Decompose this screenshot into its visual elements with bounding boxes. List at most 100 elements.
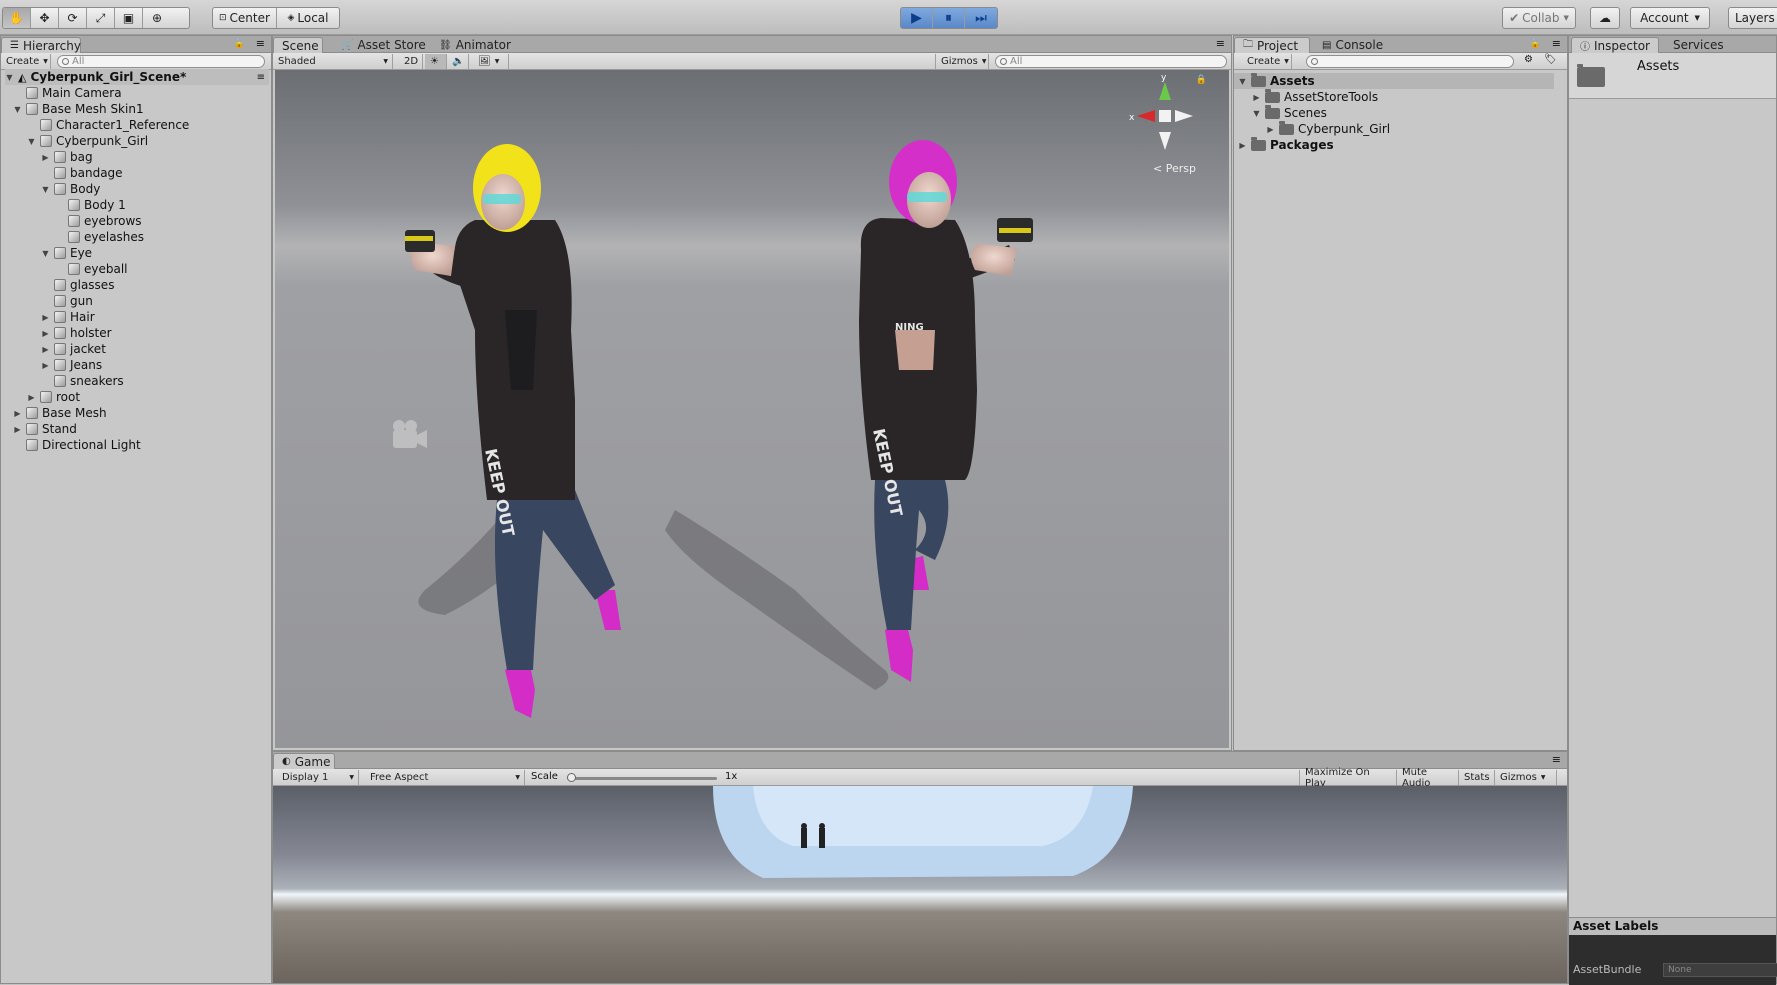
menu-icon[interactable]: ≡ — [1552, 753, 1561, 766]
tab-game[interactable]: ◐ Game — [273, 753, 335, 769]
character-pink-hair[interactable]: NING KEEP OUT — [859, 140, 1033, 682]
tab-project[interactable]: 🗀 Project — [1234, 37, 1310, 53]
lighting-toggle[interactable]: ☀ — [425, 54, 447, 69]
effects-dropdown[interactable]: 🖼 ▼ — [473, 54, 509, 69]
chevron-right-icon[interactable]: ▶ — [41, 153, 50, 162]
pivot-local-button[interactable]: ◈ Local — [277, 8, 339, 28]
account-dropdown[interactable]: Account ▼ — [1630, 7, 1710, 29]
step-button[interactable]: ⏭ — [965, 8, 997, 28]
chevron-down-icon[interactable]: ▼ — [5, 73, 14, 82]
chevron-down-icon[interactable]: ▼ — [27, 137, 36, 146]
project-folder-item[interactable]: ▶ AssetStoreTools — [1252, 88, 1378, 105]
hierarchy-item[interactable]: ▼ Base Mesh Skin1 — [13, 101, 143, 117]
chevron-right-icon[interactable]: ▶ — [41, 329, 50, 338]
tab-animator[interactable]: ⛓ Animator — [431, 37, 519, 53]
hierarchy-item[interactable]: bandage — [41, 165, 123, 181]
tab-console[interactable]: ▤ Console — [1314, 37, 1391, 53]
character-yellow-hair[interactable]: KEEP OUT — [405, 144, 621, 718]
scene-root-row[interactable]: ▼ ◭ Cyberpunk_Girl_Scene* ≡ — [5, 69, 269, 85]
chevron-right-icon[interactable]: ▶ — [41, 361, 50, 370]
scale-tool-button[interactable]: ⤢ — [87, 8, 115, 28]
chevron-right-icon[interactable]: ▶ — [1238, 141, 1247, 150]
hierarchy-item[interactable]: Main Camera — [13, 85, 122, 101]
lock-icon[interactable]: 🔒 — [234, 39, 245, 49]
hierarchy-item[interactable]: ▶ jacket — [41, 341, 105, 357]
chevron-down-icon[interactable]: ▼ — [1238, 77, 1247, 86]
layers-dropdown[interactable]: Layers — [1728, 7, 1777, 29]
orientation-gizmo[interactable]: y x — [1129, 73, 1193, 150]
project-create-dropdown[interactable]: Create ▼ — [1242, 54, 1292, 69]
menu-icon[interactable]: ≡ — [256, 37, 265, 50]
project-folder-item[interactable]: ▼ Assets — [1234, 72, 1554, 89]
hierarchy-item[interactable]: ▶ Base Mesh — [13, 405, 106, 421]
transform-tool-button[interactable]: ⊕ — [143, 8, 171, 28]
pivot-center-button[interactable]: ⊡ Center — [213, 8, 277, 28]
scale-slider-track[interactable] — [567, 773, 717, 782]
tab-hierarchy[interactable]: ☰ Hierarchy — [1, 37, 81, 53]
hierarchy-item[interactable]: ▶ holster — [41, 325, 111, 341]
tab-services[interactable]: Services — [1665, 37, 1732, 53]
hierarchy-item[interactable]: eyeball — [55, 261, 128, 277]
rect-tool-button[interactable]: ▣ — [115, 8, 143, 28]
aspect-dropdown[interactable]: Free Aspect ▼ — [365, 770, 525, 785]
hierarchy-item[interactable]: ▶ Jeans — [41, 357, 102, 373]
hierarchy-item[interactable]: ▶ Hair — [41, 309, 94, 325]
hierarchy-item[interactable]: sneakers — [41, 373, 124, 389]
scene-search-input[interactable]: All — [995, 55, 1227, 68]
rotate-tool-button[interactable]: ⟳ — [59, 8, 87, 28]
display-dropdown[interactable]: Display 1 ▼ — [277, 770, 359, 785]
maximize-on-play-toggle[interactable]: Maximize On Play — [1299, 767, 1397, 789]
game-gizmos-dropdown[interactable]: Gizmos ▼ — [1495, 770, 1557, 785]
stats-toggle[interactable]: Stats — [1459, 770, 1495, 785]
label-tag-icon[interactable]: 🏷 — [1544, 54, 1557, 65]
hierarchy-item[interactable]: Body 1 — [55, 197, 126, 213]
scene-viewport[interactable]: KEEP OUT NING KEEP OUT y x 🔒 < Persp — [275, 70, 1229, 748]
chevron-right-icon[interactable]: ▶ — [27, 393, 36, 402]
project-folder-item[interactable]: ▶ Packages — [1238, 136, 1334, 153]
scene-menu-icon[interactable]: ≡ — [257, 72, 265, 83]
camera-gizmo-icon[interactable] — [393, 420, 427, 448]
chevron-down-icon[interactable]: ▼ — [41, 249, 50, 258]
hierarchy-item[interactable]: ▶ Stand — [13, 421, 76, 437]
chevron-down-icon[interactable]: ▼ — [1252, 109, 1261, 118]
collab-dropdown[interactable]: ✔ Collab ▼ — [1502, 7, 1576, 29]
hierarchy-item[interactable]: glasses — [41, 277, 114, 293]
gizmos-dropdown[interactable]: Gizmos ▼ — [935, 54, 989, 69]
chevron-right-icon[interactable]: ▶ — [13, 425, 22, 434]
mute-audio-toggle[interactable]: Mute Audio — [1397, 767, 1459, 789]
cloud-button[interactable]: ☁ — [1590, 7, 1620, 29]
play-button[interactable]: ▶ — [901, 8, 933, 28]
hierarchy-item[interactable]: gun — [41, 293, 93, 309]
hierarchy-item[interactable]: ▶ root — [27, 389, 80, 405]
chevron-right-icon[interactable]: ▶ — [41, 313, 50, 322]
filter-type-icon[interactable]: ⚙ — [1524, 54, 1533, 65]
asset-labels-header[interactable]: Asset Labels — [1569, 917, 1776, 935]
hierarchy-item[interactable]: Directional Light — [13, 437, 141, 453]
hierarchy-item[interactable]: ▼ Eye — [41, 245, 92, 261]
hand-tool-button[interactable]: ✋ — [3, 8, 31, 28]
hierarchy-item[interactable]: ▼ Cyberpunk_Girl — [27, 133, 148, 149]
gizmo-lock-icon[interactable]: 🔒 — [1196, 75, 1207, 85]
chevron-right-icon[interactable]: ▶ — [41, 345, 50, 354]
lock-icon[interactable]: 🔒 — [1530, 39, 1541, 49]
hierarchy-item[interactable]: eyebrows — [55, 213, 142, 229]
chevron-down-icon[interactable]: ▼ — [41, 185, 50, 194]
2d-toggle[interactable]: 2D — [399, 54, 423, 69]
chevron-down-icon[interactable]: ▼ — [13, 105, 22, 114]
persp-label[interactable]: < Persp — [1153, 162, 1196, 175]
game-viewport[interactable] — [273, 786, 1567, 983]
shading-dropdown[interactable]: Shaded ▼ — [273, 54, 393, 69]
assetbundle-dropdown[interactable]: None — [1663, 963, 1777, 977]
create-dropdown[interactable]: Create ▼ — [1, 54, 51, 69]
project-search-input[interactable] — [1306, 55, 1514, 68]
pause-button[interactable]: ⏸ — [933, 8, 965, 28]
hierarchy-item[interactable]: ▼ Body — [41, 181, 100, 197]
project-folder-item[interactable]: ▼ Scenes — [1252, 104, 1327, 121]
hierarchy-item[interactable]: Character1_Reference — [27, 117, 189, 133]
hierarchy-search-input[interactable]: All — [57, 55, 265, 68]
tab-inspector[interactable]: ⓘ Inspector — [1571, 37, 1659, 53]
hierarchy-item[interactable]: ▶ bag — [41, 149, 92, 165]
hierarchy-item[interactable]: eyelashes — [55, 229, 144, 245]
chevron-right-icon[interactable]: ▶ — [1252, 93, 1261, 102]
tab-scene[interactable]: Scene — [273, 37, 323, 53]
